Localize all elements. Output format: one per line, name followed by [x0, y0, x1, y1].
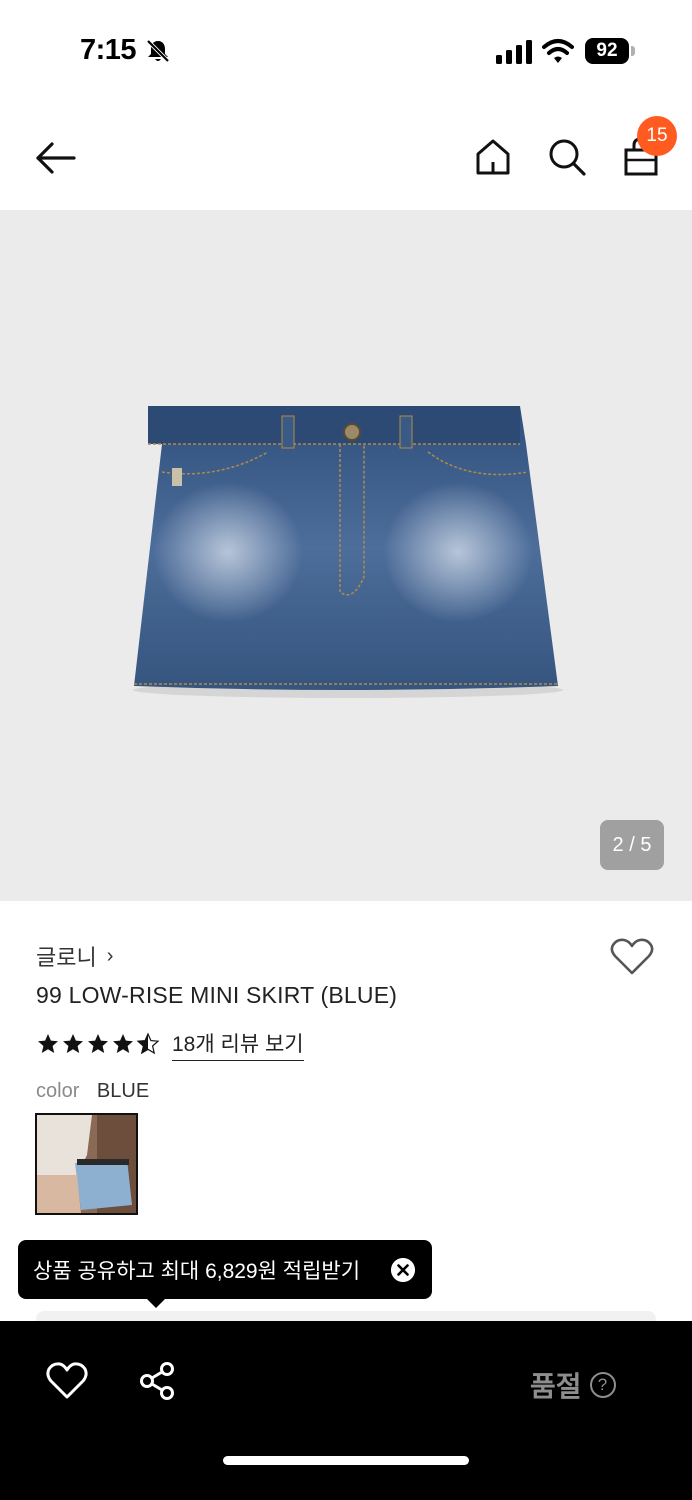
home-icon[interactable] [472, 136, 514, 178]
soldout-label: 품절 [530, 1371, 582, 1402]
star-icon [113, 1034, 133, 1053]
chevron-right-icon: › [106, 944, 114, 967]
back-arrow-icon[interactable] [32, 134, 80, 182]
review-link[interactable]: 18개 리뷰 보기 [172, 1028, 304, 1061]
tooltip-text: 상품 공유하고 최대 6,829원 적립받기 [33, 1259, 361, 1283]
half-star-icon [136, 1032, 160, 1055]
bottom-action-bar: 품절 ? [0, 1321, 692, 1500]
brand-name: 글로니 [36, 945, 97, 970]
product-image-gallery[interactable]: 2 / 5 [0, 210, 692, 901]
denim-skirt-image [133, 406, 563, 698]
cart-count-badge: 15 [637, 116, 677, 156]
soldout-status: 품절 ? [530, 1365, 616, 1405]
brand-link[interactable]: 글로니 › [36, 940, 113, 972]
battery-icon: 92 [585, 38, 635, 64]
status-bar: 7:15 92 [0, 0, 692, 100]
product-title: 99 LOW-RISE MINI SKIRT (BLUE) [36, 982, 398, 1008]
bell-slash-icon [146, 39, 170, 63]
share-icon[interactable] [138, 1361, 178, 1401]
color-value: BLUE [96, 1080, 150, 1102]
star-icon [63, 1034, 83, 1053]
close-icon[interactable] [391, 1258, 415, 1282]
star-rating [36, 1032, 160, 1056]
model-photo [37, 1115, 136, 1213]
color-label: color [36, 1080, 80, 1102]
wishlist-heart-icon[interactable] [610, 937, 654, 977]
status-time: 7:15 [80, 34, 137, 66]
color-row: color BLUE [36, 1080, 149, 1103]
search-icon[interactable] [546, 136, 588, 178]
wifi-icon [542, 39, 574, 63]
battery-level: 92 [585, 38, 629, 64]
home-indicator [223, 1456, 469, 1465]
top-navigation [0, 100, 692, 210]
share-reward-tooltip: 상품 공유하고 최대 6,829원 적립받기 [18, 1240, 432, 1299]
heart-icon[interactable] [46, 1361, 88, 1401]
signal-icon [496, 40, 532, 64]
rating-row: 18개 리뷰 보기 [36, 1028, 304, 1061]
color-swatch-thumbnail[interactable] [35, 1113, 138, 1215]
star-icon [88, 1034, 108, 1053]
section-divider [36, 1311, 656, 1321]
help-icon[interactable]: ? [589, 1372, 616, 1398]
image-page-indicator: 2 / 5 [600, 820, 664, 870]
tooltip-arrow [146, 1298, 166, 1308]
star-icon [38, 1034, 58, 1053]
